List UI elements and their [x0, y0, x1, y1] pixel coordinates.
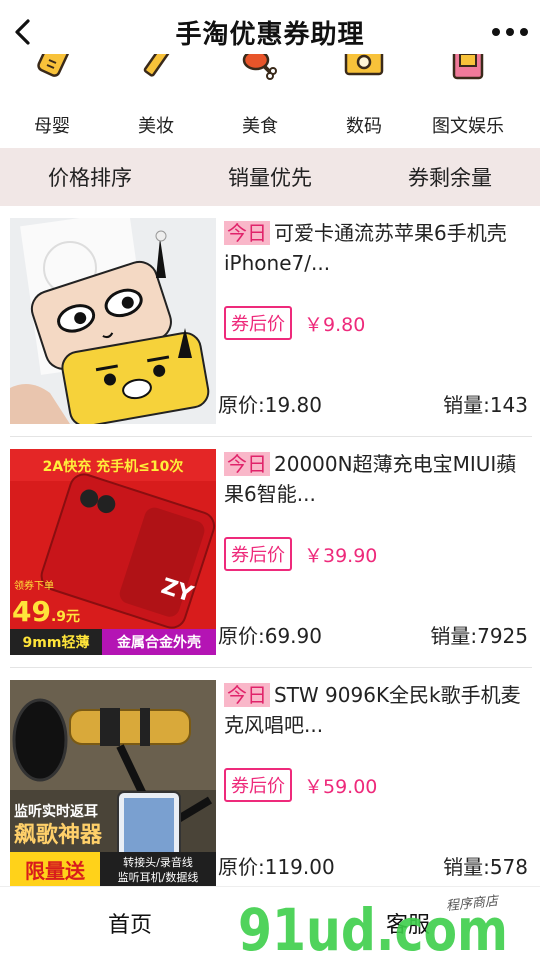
category-item-baby[interactable]: 母婴 [0, 54, 104, 148]
product-title[interactable]: 今日 20000N超薄充电宝MIUI蘋果6智能... [224, 449, 532, 509]
sort-by-sales[interactable]: 销量优先 [180, 162, 360, 192]
coupon-price-row: 券后价 ￥59.00 [224, 768, 377, 802]
image-feature-2: 金属合金外壳 [116, 634, 201, 651]
tab-home[interactable]: 首页 [108, 907, 152, 939]
category-label: 图文娱乐 [432, 116, 504, 137]
original-price: 原价:119.00 [218, 855, 335, 879]
image-gift-items-1: 转接头/录音线 [123, 855, 193, 869]
book-icon [448, 54, 488, 86]
image-gift-items-2: 监听耳机/数据线 [118, 870, 199, 884]
today-badge: 今日 [224, 221, 270, 245]
original-price: 原价:69.90 [218, 624, 322, 648]
image-price-small: .9元 [51, 609, 80, 625]
coupon-price: ￥9.80 [304, 313, 366, 336]
drumstick-icon [240, 54, 280, 86]
product-list: 今日 可爱卡通流苏苹果6手机壳iPhone7/... 券后价 ￥9.80 原价:1… [0, 206, 540, 899]
category-bar: 母婴 美妆 美食 数码 图文娱乐 [0, 54, 540, 148]
today-badge: 今日 [224, 452, 270, 476]
category-label: 数码 [346, 116, 382, 137]
image-banner-text: 2A快充 充手机≤10次 [43, 458, 184, 475]
image-price-big: 49 [12, 595, 51, 628]
baby-bottle-icon [32, 54, 72, 86]
product-info: 今日 STW 9096K全民k歌手机麦克风唱吧... 券后价 ￥59.00 原价:… [218, 680, 532, 886]
back-button[interactable] [10, 18, 38, 46]
category-item-makeup[interactable]: 美妆 [104, 54, 208, 148]
product-card[interactable]: 监听实时返耳 飙歌神器 限量送 转接头/录音线 监听耳机/数据线 今日 STW 9… [10, 668, 532, 899]
coupon-badge: 券后价 [224, 537, 292, 571]
product-image[interactable] [10, 218, 216, 424]
category-label: 美妆 [138, 116, 174, 137]
product-info: 今日 20000N超薄充电宝MIUI蘋果6智能... 券后价 ￥39.90 原价:… [218, 449, 532, 655]
category-label: 母婴 [34, 116, 70, 137]
product-image[interactable]: 监听实时返耳 飙歌神器 限量送 转接头/录音线 监听耳机/数据线 [10, 680, 216, 886]
coupon-price-row: 券后价 ￥9.80 [224, 306, 365, 340]
lipstick-icon [136, 54, 176, 86]
coupon-badge: 券后价 [224, 306, 292, 340]
bottom-tab-bar: 首页 客服 [0, 886, 540, 961]
category-item-entertainment[interactable]: 图文娱乐 [416, 54, 520, 148]
product-info: 今日 可爱卡通流苏苹果6手机壳iPhone7/... 券后价 ￥9.80 原价:1… [218, 218, 532, 424]
product-title[interactable]: 今日 可爱卡通流苏苹果6手机壳iPhone7/... [224, 218, 532, 278]
category-item-food[interactable]: 美食 [208, 54, 312, 148]
coupon-price-row: 券后价 ￥39.90 [224, 537, 377, 571]
sales-count: 销量:7925 [430, 624, 528, 648]
image-feature-1: 9mm轻薄 [23, 634, 90, 651]
sales-count: 销量:143 [443, 393, 528, 417]
sort-bar: 价格排序 销量优先 券剩余量 [0, 148, 540, 206]
sort-by-coupon-left[interactable]: 券剩余量 [360, 162, 540, 192]
product-card[interactable]: 今日 可爱卡通流苏苹果6手机壳iPhone7/... 券后价 ￥9.80 原价:1… [10, 206, 532, 437]
tab-customer-service[interactable]: 客服 [386, 907, 430, 939]
camera-icon [344, 54, 384, 86]
sales-count: 销量:578 [443, 855, 528, 879]
category-item-digital[interactable]: 数码 [312, 54, 416, 148]
more-menu-button[interactable] [492, 24, 528, 40]
page-title: 手淘优惠券助理 [175, 19, 365, 50]
original-price: 原价:19.80 [218, 393, 322, 417]
more-dot-icon [520, 28, 528, 36]
coupon-price: ￥39.90 [304, 544, 378, 567]
category-label: 美食 [242, 116, 278, 137]
product-title[interactable]: 今日 STW 9096K全民k歌手机麦克风唱吧... [224, 680, 532, 740]
image-coupon-note: 领券下单 [14, 579, 54, 592]
product-image[interactable]: 2A快充 充手机≤10次 ZY 领券下单 49.9元 9mm轻薄 金属合金外壳 [10, 449, 216, 655]
image-text-line2: 飙歌神器 [14, 822, 103, 848]
coupon-badge: 券后价 [224, 768, 292, 802]
image-text-line1: 监听实时返耳 [14, 803, 98, 820]
product-card[interactable]: 2A快充 充手机≤10次 ZY 领券下单 49.9元 9mm轻薄 金属合金外壳 … [10, 437, 532, 668]
image-gift-text: 限量送 [25, 859, 86, 883]
more-dot-icon [506, 28, 514, 36]
more-dot-icon [492, 28, 500, 36]
chevron-left-icon [15, 19, 30, 45]
coupon-price: ￥59.00 [304, 775, 378, 798]
today-badge: 今日 [224, 683, 270, 707]
sort-by-price[interactable]: 价格排序 [0, 162, 180, 192]
